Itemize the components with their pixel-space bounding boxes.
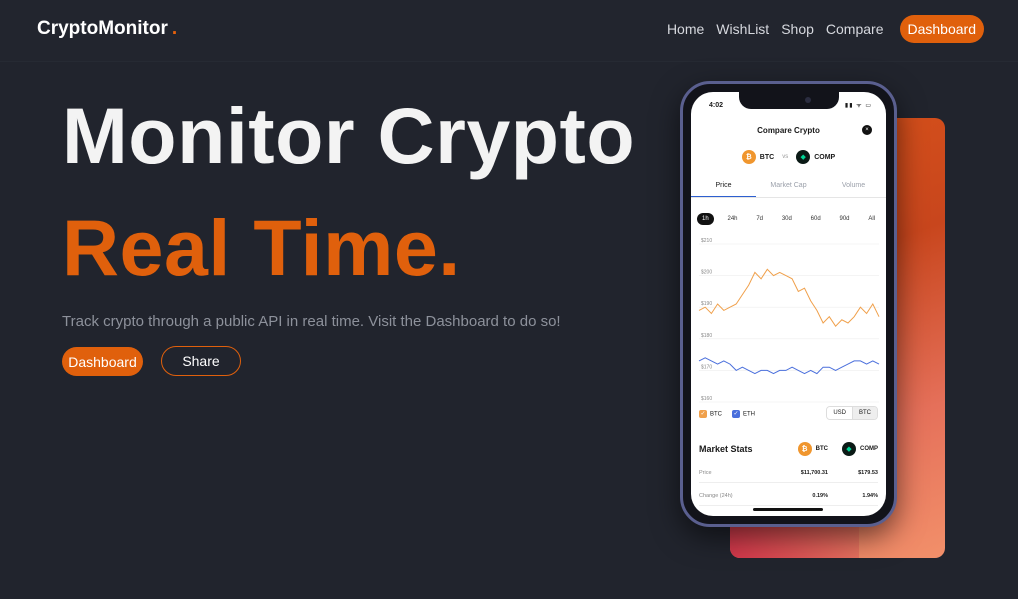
vs-label: vs: [782, 154, 789, 160]
range-60d[interactable]: 60d: [806, 213, 826, 225]
legend-eth[interactable]: ✓ ETH: [732, 410, 755, 418]
stats-row-price: Price $11,700.31 $179.53: [699, 470, 878, 483]
y-tick-label: $180: [701, 333, 712, 339]
brand-name: CryptoMonitor: [37, 18, 168, 39]
stats-value-comp: $179.53: [858, 470, 878, 476]
coin-pair: ₿ BTC vs ◆ COMP: [691, 150, 886, 164]
currency-usd[interactable]: USD: [827, 407, 853, 419]
stats-coin-btc: ₿ BTC: [797, 442, 828, 456]
home-indicator: [753, 508, 823, 511]
legend-btc[interactable]: ✓ BTC: [699, 410, 722, 418]
market-stats-header: Market Stats ₿ BTC ◆ COMP: [699, 442, 878, 456]
nav-dashboard-button[interactable]: Dashboard: [899, 15, 984, 43]
status-time: 4:02: [709, 102, 724, 109]
legend-eth-label: ETH: [743, 411, 755, 418]
stats-coin-comp-label: COMP: [860, 446, 878, 452]
hero-share-button[interactable]: Share: [161, 346, 241, 376]
nav-link-wishlist[interactable]: WishList: [716, 18, 769, 40]
y-tick-label: $170: [701, 364, 712, 370]
stats-coin-btc-label: BTC: [815, 446, 828, 452]
coin-btc[interactable]: ₿ BTC: [741, 150, 775, 164]
brand-logo[interactable]: CryptoMonitor.: [37, 18, 177, 40]
compare-title: Compare Crypto: [757, 126, 820, 135]
nav-links: Home WishList Shop Compare Dashboard: [667, 15, 984, 43]
series-line-eth: [698, 357, 880, 375]
price-chart: $210 $200 $190 $180 $170 $160: [698, 238, 880, 403]
currency-toggle: USD BTC: [826, 406, 878, 420]
tab-market-cap[interactable]: Market Cap: [756, 176, 821, 197]
coin-btc-label: BTC: [759, 153, 775, 161]
stats-row-change: Change (24h) 0.19% 1.94%: [699, 493, 878, 506]
checkbox-icon: ✓: [732, 410, 740, 418]
range-all[interactable]: All: [863, 213, 880, 225]
hero-title-line2: Real Time.: [62, 203, 461, 292]
market-stats-title: Market Stats: [699, 444, 753, 454]
legend-btc-label: BTC: [710, 411, 722, 418]
compound-icon: ◆: [796, 150, 811, 164]
nav-link-shop[interactable]: Shop: [781, 18, 814, 40]
stats-value-comp: 1.94%: [862, 493, 878, 499]
nav-link-home[interactable]: Home: [667, 18, 704, 40]
y-tick-label: $200: [701, 270, 712, 276]
hero-dashboard-button[interactable]: Dashboard: [62, 347, 143, 376]
currency-btc[interactable]: BTC: [853, 407, 877, 419]
hero-title-line1: Monitor Crypto: [62, 91, 636, 180]
stats-value-btc: $11,700.31: [800, 470, 828, 476]
phone-screen: 4:02 ▮▮ ᯤ ▭ Compare Crypto × ₿ BTC vs ◆ CO…: [691, 92, 886, 516]
close-icon[interactable]: ×: [862, 125, 872, 135]
camera-icon: [805, 97, 811, 103]
coin-comp-label: COMP: [814, 153, 836, 161]
stats-label: Change (24h): [699, 493, 733, 499]
range-1h[interactable]: 1h: [697, 213, 714, 225]
bitcoin-icon: ₿: [797, 442, 812, 456]
range-30d[interactable]: 30d: [777, 213, 797, 225]
stats-value-btc: 0.19%: [812, 493, 828, 499]
bitcoin-icon: ₿: [741, 150, 756, 164]
chart-legend: ✓ BTC ✓ ETH: [699, 410, 755, 418]
range-90d[interactable]: 90d: [834, 213, 854, 225]
status-icons: ▮▮ ᯤ ▭: [844, 103, 872, 109]
compound-icon: ◆: [842, 442, 856, 456]
phone-mockup: 4:02 ▮▮ ᯤ ▭ Compare Crypto × ₿ BTC vs ◆ CO…: [680, 81, 897, 527]
tab-price[interactable]: Price: [691, 176, 756, 197]
series-line-btc: [698, 268, 880, 327]
y-tick-label: $190: [701, 301, 712, 307]
range-7d[interactable]: 7d: [751, 213, 768, 225]
time-range-selector: 1h 24h 7d 30d 60d 90d All: [697, 213, 880, 225]
range-24h[interactable]: 24h: [723, 213, 743, 225]
y-tick-label: $160: [701, 396, 712, 402]
checkbox-icon: ✓: [699, 410, 707, 418]
metric-tabs: Price Market Cap Volume: [691, 176, 886, 198]
stats-label: Price: [699, 470, 712, 476]
stats-coin-comp: ◆ COMP: [842, 442, 878, 456]
nav-link-compare[interactable]: Compare: [826, 18, 884, 40]
phone-notch: [739, 92, 839, 109]
y-tick-label: $210: [701, 238, 712, 244]
top-navbar: CryptoMonitor. Home WishList Shop Compar…: [0, 0, 1018, 62]
hero-subtitle: Track crypto through a public API in rea…: [62, 313, 561, 330]
coin-comp[interactable]: ◆ COMP: [796, 150, 835, 164]
brand-dot: .: [171, 18, 178, 39]
tab-volume[interactable]: Volume: [821, 176, 886, 197]
